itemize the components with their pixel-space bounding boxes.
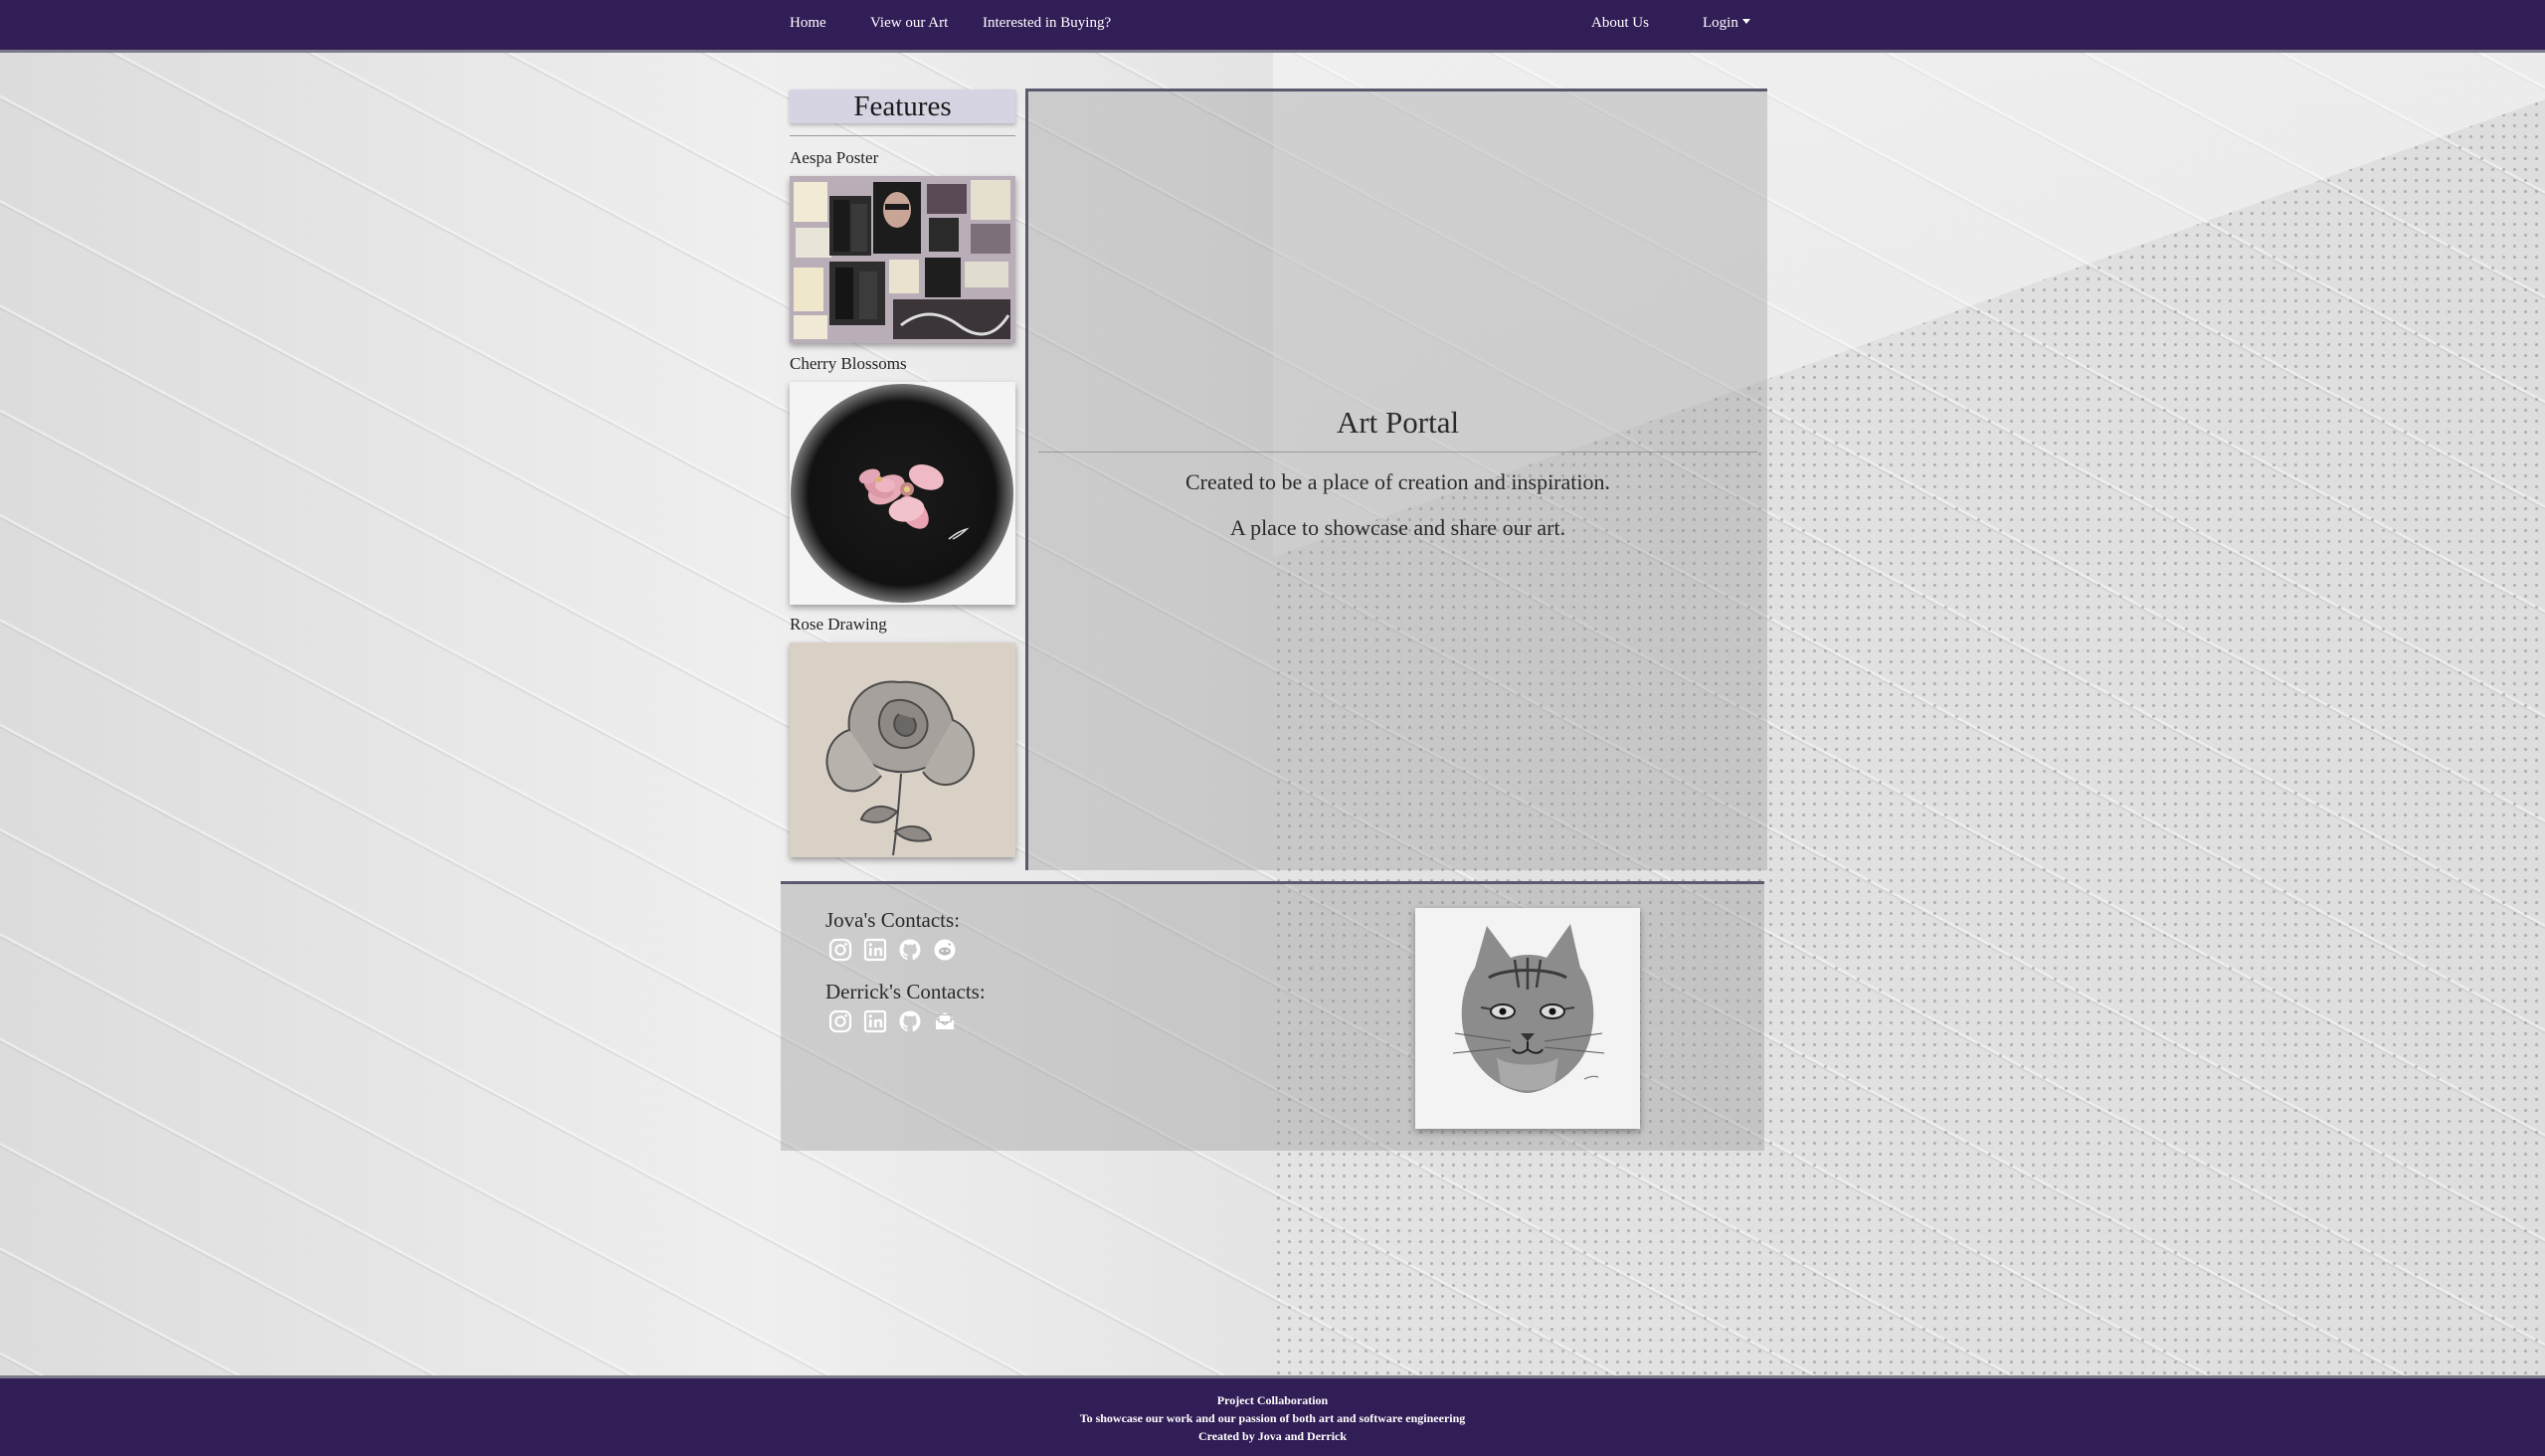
footer-credits: Created by Jova and Derrick: [1197, 1429, 1348, 1443]
contacts-panel: Jova's Contacts: Derrick's Contacts:: [781, 881, 1764, 1151]
feature-label-cherry: Cherry Blossoms: [790, 354, 907, 373]
features-divider: [790, 135, 1015, 136]
nav-about-link[interactable]: About Us: [1591, 15, 1649, 32]
mail-icon[interactable]: [933, 1009, 957, 1033]
derrick-contacts-heading: Derrick's Contacts:: [825, 980, 986, 1003]
linkedin-icon[interactable]: [863, 938, 887, 962]
nav-login-dropdown[interactable]: Login: [1703, 15, 1750, 32]
nav-buying-link[interactable]: Interested in Buying?: [983, 15, 1111, 32]
github-icon[interactable]: [898, 1009, 922, 1033]
title-divider: [1038, 452, 1757, 453]
portal-description-1: Created to be a place of creation and in…: [1185, 469, 1610, 494]
instagram-icon[interactable]: [828, 938, 852, 962]
site-footer: Project Collaboration To showcase our wo…: [0, 1375, 2545, 1456]
cat-drawing-image[interactable]: [1415, 908, 1640, 1129]
jova-contacts-icons: [828, 938, 957, 962]
feature-image-rose-drawing[interactable]: [790, 642, 1015, 857]
nav-home-link[interactable]: Home: [790, 15, 826, 32]
art-portal-panel: Art Portal Created to be a place of crea…: [1025, 89, 1767, 870]
features-heading: Features: [790, 90, 1015, 123]
feature-image-aespa-poster[interactable]: [790, 176, 1015, 343]
derrick-contacts-icons: [828, 1009, 957, 1033]
github-icon[interactable]: [898, 938, 922, 962]
reddit-icon[interactable]: [933, 938, 957, 962]
footer-tagline: To showcase our work and our passion of …: [1079, 1411, 1466, 1425]
chevron-down-icon: [1741, 19, 1750, 24]
login-label: Login: [1703, 15, 1738, 31]
top-navbar: Home View our Art Interested in Buying? …: [0, 0, 2545, 53]
instagram-icon[interactable]: [828, 1009, 852, 1033]
feature-label-aespa: Aespa Poster: [790, 148, 879, 167]
linkedin-icon[interactable]: [863, 1009, 887, 1033]
nav-view-art-link[interactable]: View our Art: [870, 15, 948, 32]
jova-contacts-heading: Jova's Contacts:: [825, 908, 961, 932]
page-title: Art Portal: [1336, 405, 1460, 440]
feature-image-cherry-blossoms[interactable]: [790, 382, 1015, 605]
feature-label-rose: Rose Drawing: [790, 615, 887, 634]
footer-title: Project Collaboration: [1216, 1393, 1329, 1407]
portal-description-2: A place to showcase and share our art.: [1229, 515, 1566, 540]
